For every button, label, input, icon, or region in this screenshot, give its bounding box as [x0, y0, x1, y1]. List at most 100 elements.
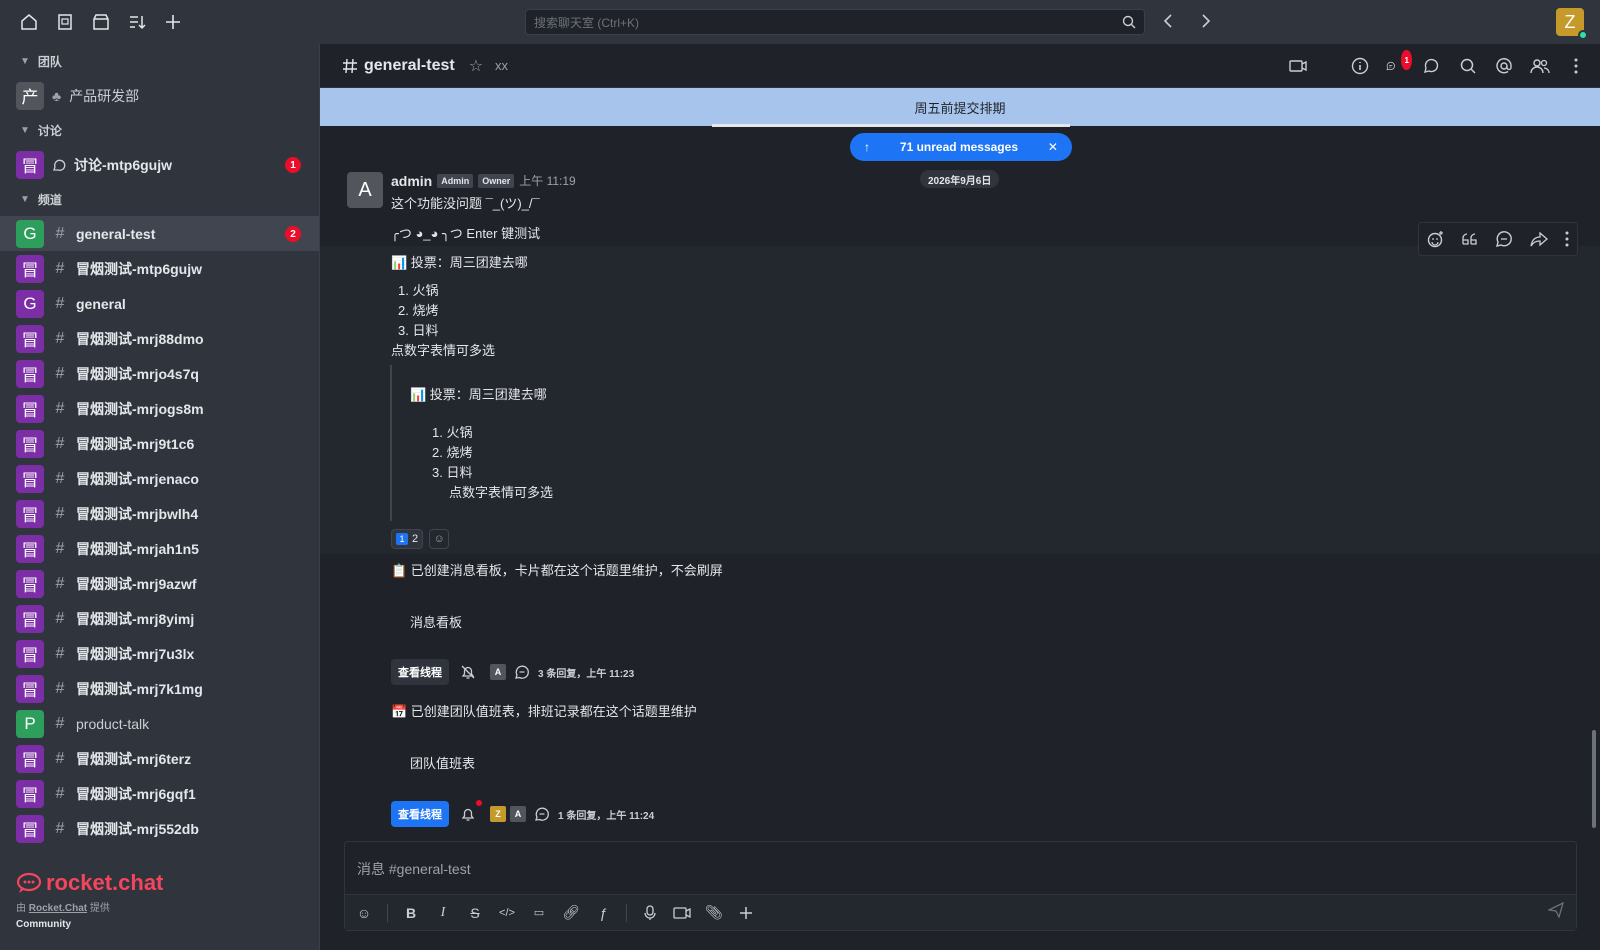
sidebar-item-channel[interactable]: 冒 # 冒烟测试-mrj6terz [0, 741, 319, 776]
sidebar-item-channel[interactable]: 冒 # 冒烟测试-mrj9azwf [0, 566, 319, 601]
sidebar-item-channel[interactable]: G # general [0, 286, 319, 321]
sidebar-item-channel[interactable]: 冒 # 冒烟测试-mrj552db [0, 811, 319, 846]
unread-label: 71 unread messages [899, 140, 1018, 154]
room-info-icon[interactable] [1350, 56, 1370, 76]
create-new-icon[interactable] [162, 11, 184, 33]
sidebar-item-channel[interactable]: 冒 # 冒烟测试-mrjogs8m [0, 391, 319, 426]
add-reaction-button[interactable]: ☺ [429, 529, 450, 549]
bold-icon[interactable]: B [402, 904, 420, 922]
sidebar-item-label: 产品研发部 [69, 87, 140, 104]
sort-icon[interactable] [126, 11, 148, 33]
room-avatar: 冒 [16, 254, 44, 283]
plus-icon[interactable] [737, 904, 755, 922]
message-scrollbar[interactable] [1592, 730, 1596, 828]
quote-icon[interactable] [1462, 232, 1478, 246]
thread-meta: Z A 1 条回复，上午 11:24 [460, 800, 654, 822]
poll-option: 3. 日料 [398, 323, 439, 338]
sidebar-item-label: 冒烟测试-mrj9t1c6 [76, 435, 195, 452]
home-icon[interactable] [18, 11, 40, 33]
sidebar-item-channel[interactable]: 冒 # 冒烟测试-mrj9t1c6 [0, 426, 319, 461]
composer-input[interactable]: 消息 #general-test [357, 859, 471, 879]
powered-link[interactable]: Rocket.Chat [29, 903, 87, 914]
close-icon[interactable]: ✕ [1048, 140, 1058, 154]
members-icon[interactable] [1530, 56, 1550, 76]
room-avatar-initial: P [24, 713, 36, 733]
video-message-icon[interactable] [673, 904, 691, 922]
kebab-menu-icon[interactable] [1566, 56, 1586, 76]
more-options-icon[interactable] [1565, 231, 1569, 247]
sidebar-item-channel[interactable]: 冒 # 冒烟测试-mrj7u3lx [0, 636, 319, 671]
room-avatar-initial: 冒 [21, 786, 39, 805]
room-avatar: 冒 [16, 814, 44, 843]
unread-messages-bar[interactable]: ↑ 71 unread messages ✕ [850, 133, 1072, 161]
user-avatar-admin[interactable]: A [347, 172, 383, 208]
inline-code-icon[interactable]: </> [498, 904, 516, 922]
discussions-icon[interactable] [1422, 56, 1442, 76]
section-teams[interactable]: ▼ 团队 [0, 44, 319, 78]
message-timestamp: 上午 11:19 [519, 174, 576, 188]
send-icon[interactable] [1548, 902, 1564, 918]
announcement-banner[interactable]: 周五前提交排期 [320, 88, 1600, 126]
unread-badge: 1 [285, 157, 301, 173]
back-icon[interactable] [1162, 12, 1176, 30]
edition-label: Community [16, 919, 71, 930]
sidebar-item-channel[interactable]: G # general-test 2 [0, 216, 319, 251]
room-avatar-initial: 冒 [21, 331, 39, 350]
favorite-star-icon[interactable]: ☆ [469, 56, 483, 76]
sidebar-item-label: 冒烟测试-mrjbwlh4 [76, 505, 199, 522]
sidebar-item-label: 冒烟测试-mrj88dmo [76, 330, 204, 347]
sidebar-item-channel[interactable]: 冒 # 冒烟测试-mrjah1n5 [0, 531, 319, 566]
quote-poll-note: 点数字表情可多选 [449, 485, 554, 500]
sidebar-item-label: 冒烟测试-mrjah1n5 [76, 540, 199, 557]
directory-icon[interactable] [54, 11, 76, 33]
user-avatar[interactable]: Z [1556, 8, 1588, 40]
sidebar-item-team[interactable]: 产 ♣ 产品研发部 [0, 78, 319, 113]
view-thread-button[interactable]: 查看线程 [391, 801, 449, 827]
sidebar-item-channel[interactable]: P # product-talk [0, 706, 319, 741]
board-body: 团队值班表 [410, 756, 476, 771]
sidebar-item-channel[interactable]: 冒 # 冒烟测试-mtp6gujw [0, 251, 319, 286]
sidebar-item-channel[interactable]: 冒 # 冒烟测试-mrj8yimj [0, 601, 319, 636]
bell-icon[interactable] [460, 800, 482, 822]
microphone-icon[interactable] [641, 904, 659, 922]
sidebar-item-channel[interactable]: 冒 # 冒烟测试-mrjbwlh4 [0, 496, 319, 531]
view-thread-button[interactable]: 查看线程 [391, 659, 449, 685]
sidebar-item-discussion[interactable]: 冒 讨论-mtp6gujw 1 [0, 147, 319, 182]
emoji-icon[interactable]: ☺ [355, 904, 373, 922]
link-icon[interactable]: 🔗︎ [562, 904, 580, 922]
search-messages-icon[interactable] [1458, 56, 1478, 76]
sidebar-item-label: 冒烟测试-mrj552db [76, 820, 199, 837]
formula-icon[interactable]: ƒ [594, 904, 612, 922]
section-discussions[interactable]: ▼ 讨论 [0, 113, 319, 147]
sidebar-item-channel[interactable]: 冒 # 冒烟测试-mrj7k1mg [0, 671, 319, 706]
poll-note: 点数字表情可多选 [391, 343, 496, 358]
italic-icon[interactable]: I [434, 904, 452, 922]
forward-message-icon[interactable] [1530, 231, 1548, 247]
message-username[interactable]: admin [391, 173, 432, 189]
video-call-icon[interactable] [1288, 56, 1308, 76]
sidebar-item-channel[interactable]: 冒 # 冒烟测试-mrjenaco [0, 461, 319, 496]
rocketchat-logo: rocket.chat [16, 870, 163, 896]
sidebar-item-channel[interactable]: 冒 # 冒烟测试-mrjo4s7q [0, 356, 319, 391]
marketplace-icon[interactable] [90, 11, 112, 33]
reaction-chip[interactable]: 1 2 [391, 529, 424, 549]
section-channels[interactable]: ▼ 频道 [0, 182, 319, 216]
participant-avatar: A [490, 664, 506, 680]
role-badge: Owner [478, 173, 515, 188]
strikethrough-icon[interactable]: S [466, 904, 484, 922]
mentions-icon[interactable] [1494, 56, 1514, 76]
threads-icon[interactable]: 1 [1386, 50, 1412, 76]
sidebar-item-channel[interactable]: 冒 # 冒烟测试-mrj6gqf1 [0, 776, 319, 811]
search-input[interactable]: 搜索聊天室 (Ctrl+K) [525, 9, 1145, 35]
channel-hash-icon: # [55, 364, 65, 382]
sidebar-item-channel[interactable]: 冒 # 冒烟测试-mrj88dmo [0, 321, 319, 356]
channel-hash-icon: # [55, 504, 65, 522]
toolbar-separator [387, 903, 388, 922]
reply-in-thread-icon[interactable] [1495, 230, 1513, 248]
code-block-icon[interactable]: ▭ [530, 904, 548, 922]
bell-off-icon[interactable] [460, 664, 476, 680]
forward-icon[interactable] [1198, 12, 1212, 30]
attachment-icon[interactable]: 📎︎ [705, 904, 723, 922]
add-reaction-icon[interactable] [1427, 230, 1445, 248]
message-composer: 消息 #general-test ☺ B I S </> ▭ 🔗︎ ƒ 📎︎ [344, 841, 1577, 931]
